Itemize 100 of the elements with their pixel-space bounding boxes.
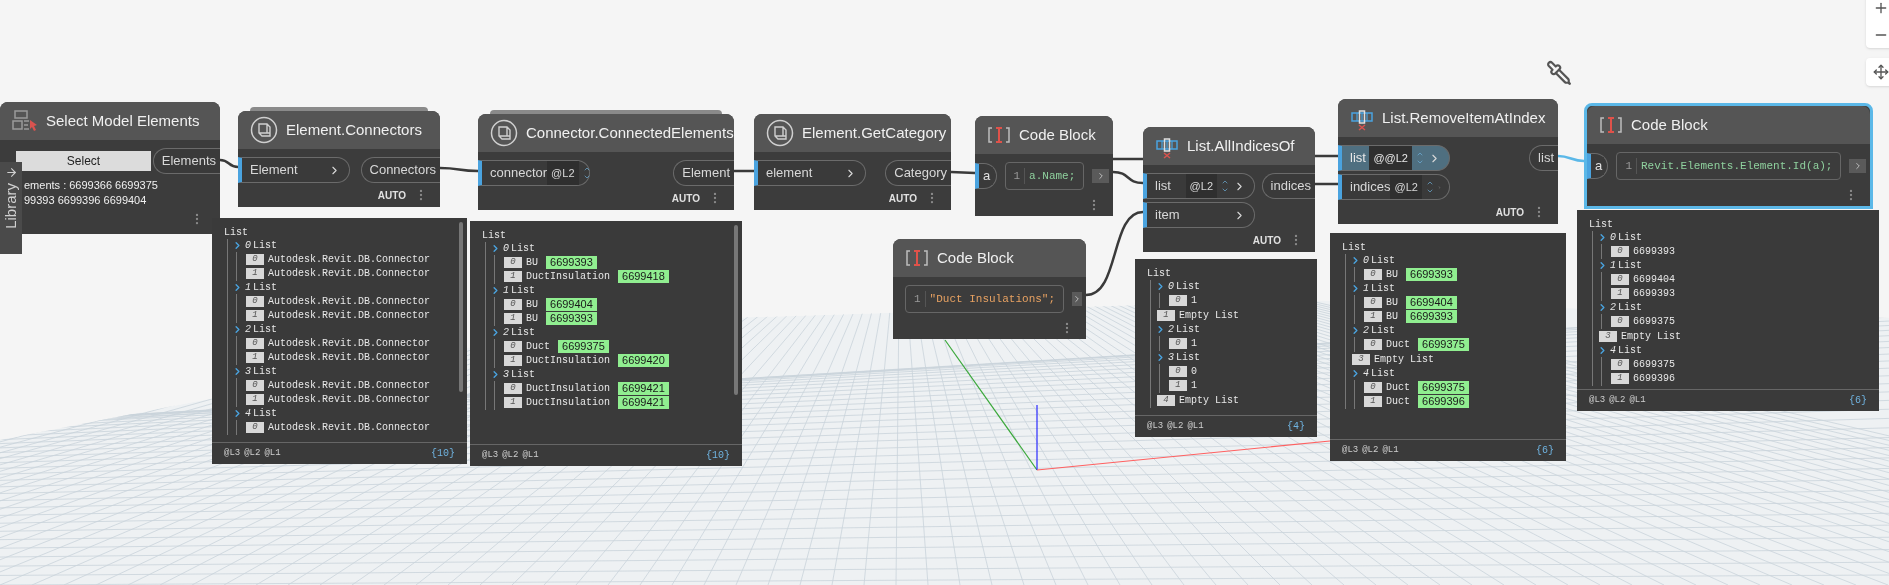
- element-id-badge[interactable]: 6699421: [618, 396, 669, 409]
- code-editor[interactable]: 1 "Duct Insulations";: [905, 285, 1065, 313]
- wire[interactable]: [1557, 154, 1585, 163]
- element-id-badge[interactable]: 6699421: [618, 382, 669, 395]
- pan-icon[interactable]: [1873, 64, 1889, 80]
- input-port[interactable]: connector @L2: [478, 160, 590, 186]
- item-text: Autodesk.Revit.DB.Connector: [268, 295, 431, 309]
- output-port[interactable]: Elements: [152, 148, 220, 174]
- index-chip: 1: [246, 352, 264, 363]
- expand-icon[interactable]: [1350, 283, 1361, 294]
- output-port[interactable]: [1072, 292, 1083, 306]
- item-text: Autodesk.Revit.DB.Connector: [268, 267, 431, 281]
- run-mode-label: AUTO: [377, 188, 406, 203]
- node-type-icon: [490, 119, 518, 147]
- stepper-icon[interactable]: [582, 165, 591, 181]
- level-label: @L3: [1147, 419, 1164, 433]
- node-card[interactable]: Code Block a 1 a.Name;: [975, 116, 1113, 216]
- output-port[interactable]: Element: [673, 160, 734, 186]
- expand-icon[interactable]: [232, 282, 243, 293]
- element-id-badge[interactable]: 6699375: [1418, 381, 1469, 394]
- item-text: 6699396: [1633, 372, 1675, 386]
- node-card[interactable]: Code Block 1 "Duct Insulations";: [893, 239, 1086, 339]
- input-port[interactable]: Element: [238, 157, 350, 183]
- expand-icon[interactable]: [232, 408, 243, 419]
- expand-icon[interactable]: [1597, 302, 1608, 313]
- expand-icon[interactable]: [232, 366, 243, 377]
- element-id-badge[interactable]: 6699404: [546, 298, 597, 311]
- list-index: 1: [1363, 282, 1369, 296]
- input-port[interactable]: indices @L2: [1338, 174, 1450, 200]
- expand-icon[interactable]: [1155, 352, 1166, 363]
- expand-icon[interactable]: [1597, 232, 1608, 243]
- expand-icon[interactable]: [490, 243, 501, 254]
- expand-icon[interactable]: [490, 285, 501, 296]
- expand-icon[interactable]: [1350, 368, 1361, 379]
- scrollbar[interactable]: [459, 222, 463, 392]
- wire[interactable]: [1315, 154, 1338, 158]
- output-port[interactable]: indices: [1261, 173, 1315, 199]
- wire[interactable]: [1315, 182, 1338, 186]
- input-port[interactable]: item: [1143, 202, 1255, 228]
- wire[interactable]: [1085, 210, 1144, 297]
- lacing-badge[interactable]: @@L2: [1369, 146, 1412, 170]
- element-id-badge[interactable]: 6699375: [558, 340, 609, 353]
- output-port[interactable]: list: [1529, 145, 1558, 171]
- expand-icon[interactable]: [4, 166, 18, 179]
- element-id-badge[interactable]: 6699404: [1406, 296, 1457, 309]
- element-id-badge[interactable]: 6699393: [546, 256, 597, 269]
- element-id-badge[interactable]: 6699396: [1418, 395, 1469, 408]
- wire[interactable]: [440, 166, 478, 173]
- wire[interactable]: [950, 170, 976, 175]
- scrollbar[interactable]: [734, 225, 738, 395]
- index-chip: 0: [1169, 366, 1187, 377]
- node-card[interactable]: List.RemoveItemAtIndex list @@L2 indices @L2 list AUTO: [1338, 99, 1558, 224]
- wire[interactable]: [219, 158, 239, 169]
- lacing-badge[interactable]: @L2: [1185, 174, 1217, 198]
- element-id-badge[interactable]: 6699420: [618, 354, 669, 367]
- expand-icon[interactable]: [1597, 345, 1608, 356]
- item-count: {10}: [431, 447, 455, 461]
- node-card[interactable]: Code Block a 1 Revit.Elements.Element.Id(a);: [1584, 103, 1873, 209]
- select-button[interactable]: Select: [16, 151, 151, 171]
- expand-icon[interactable]: [232, 324, 243, 335]
- element-id-badge[interactable]: 6699393: [1406, 310, 1457, 323]
- level-label: @L1: [1382, 443, 1399, 457]
- wire[interactable]: [1112, 170, 1144, 185]
- expand-icon[interactable]: [1350, 255, 1361, 266]
- code-editor[interactable]: 1 Revit.Elements.Element.Id(a);: [1616, 152, 1842, 180]
- zoom-in-icon[interactable]: [1873, 0, 1889, 16]
- input-port[interactable]: list @@L2: [1338, 145, 1450, 171]
- expand-icon[interactable]: [490, 327, 501, 338]
- lacing-badge[interactable]: @L2: [1390, 175, 1422, 199]
- item-text: 0: [1191, 365, 1197, 379]
- wire[interactable]: [1113, 157, 1143, 161]
- output-port[interactable]: Connectors: [360, 157, 440, 183]
- code-editor[interactable]: 1 a.Name;: [1004, 162, 1085, 190]
- expand-icon[interactable]: [1155, 281, 1166, 292]
- input-port[interactable]: list @L2: [1143, 173, 1255, 199]
- stepper-icon[interactable]: [1425, 179, 1434, 195]
- input-port[interactable]: a: [1587, 153, 1609, 179]
- stepper-icon[interactable]: [1221, 178, 1229, 194]
- expand-icon[interactable]: [490, 369, 501, 380]
- element-id-badge[interactable]: 6699418: [618, 270, 669, 283]
- expand-icon[interactable]: [1155, 324, 1166, 335]
- output-port[interactable]: Category: [885, 160, 951, 186]
- level-label: @L2: [1362, 443, 1379, 457]
- node-card[interactable]: Element.Connectors Element Connectors AUTO: [238, 111, 440, 207]
- list-index: 2: [1168, 323, 1174, 337]
- wire[interactable]: [734, 169, 754, 173]
- node-card[interactable]: List.AllIndicesOf list @L2 item indices AUTO: [1143, 127, 1315, 252]
- node-card[interactable]: Connector.ConnectedElements connector @L2 Element AUTO: [478, 114, 734, 210]
- expand-icon[interactable]: [232, 240, 243, 251]
- element-id-badge[interactable]: 6699375: [1418, 338, 1469, 351]
- expand-icon[interactable]: [1350, 325, 1361, 336]
- expand-icon[interactable]: [1597, 260, 1608, 271]
- input-port[interactable]: a: [975, 163, 997, 189]
- node-title: Code Block: [1631, 114, 1708, 135]
- element-id-badge[interactable]: 6699393: [1406, 268, 1457, 281]
- node-card[interactable]: Element.GetCategory element Category AUTO: [754, 114, 951, 210]
- element-id-badge[interactable]: 6699393: [546, 312, 597, 325]
- index-chip: 0: [246, 338, 264, 349]
- input-port[interactable]: element: [754, 160, 866, 186]
- lacing-badge[interactable]: @L2: [547, 161, 579, 185]
